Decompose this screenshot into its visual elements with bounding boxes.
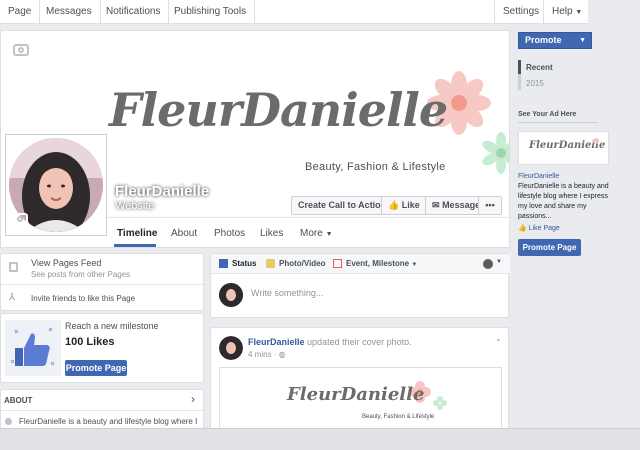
tab-more[interactable]: More ▼ [300,228,333,239]
post-time[interactable]: 4 mins · ◍ [248,350,286,359]
invite-icon: ⅄ [9,292,16,303]
help-menu[interactable]: Help ▼ [543,0,586,24]
milestone-illustration [5,320,61,376]
ad-section-header: See Your Ad Here [518,111,577,118]
milestone-count: 100 Likes [65,336,115,348]
info-icon [5,418,12,425]
year-track [518,74,521,90]
tab-more-label: More [300,228,323,239]
post-action: updated their cover photo. [307,337,412,347]
profile-picture[interactable] [5,134,107,236]
avatar-photo [219,283,243,307]
view-pages-feed-sub: See posts from other Pages [31,270,131,279]
message-icon: ✉ [432,200,440,210]
page-category: Website [115,200,155,212]
year-2015-link[interactable]: 2015 [526,79,544,88]
caret-down-icon: ▼ [325,231,333,238]
ad-like-label: Like Page [528,225,560,232]
composer-tab-event-label: Event, Milestone [346,259,410,268]
avatar [219,283,243,307]
tab-photos[interactable]: Photos [214,228,245,239]
tab-timeline[interactable]: Timeline [117,228,157,239]
post-author[interactable]: FleurDanielle [248,337,305,347]
chevron-down-icon[interactable]: ⌄ [495,334,502,343]
cover-brand-text: FleurDanielle [109,83,448,137]
camera-icon[interactable] [13,44,29,56]
ad-promote-page-button[interactable]: Promote Page [518,239,581,256]
divider [1,284,205,285]
milestone-card: Reach a new milestone 100 Likes Promote … [0,313,204,383]
like-button-label: Like [401,200,420,210]
create-call-to-action-button[interactable]: Create Call to Action [291,196,394,215]
post-timestamp: 4 mins [248,350,272,359]
ad-preview-image[interactable]: FleurDanielle [518,131,609,165]
help-label: Help [552,6,573,17]
photo-icon [266,259,275,268]
tab-page[interactable]: Page [0,0,41,24]
year-indicator [518,60,521,74]
about-text: FleurDanielle is a beauty and lifestyle … [19,417,198,426]
promote-dropdown-button[interactable]: Promote ▼ [518,32,592,49]
active-tab-indicator [114,244,156,247]
about-card: ABOUT › FleurDanielle is a beauty and li… [0,389,205,429]
composer-tab-photo-video[interactable]: Photo/Video [279,259,326,268]
composer-card: Status Photo/Video Event, Milestone ▼ ▼ … [210,253,510,318]
thumbs-up-icon: 👍 [518,225,527,232]
milestone-title: Reach a new milestone [65,321,159,331]
cover-update-post: FleurDanielle updated their cover photo.… [210,327,509,431]
audience-selector[interactable] [483,259,493,269]
pages-feed-card: View Pages Feed See posts from other Pag… [0,253,205,311]
promote-label: Promote [525,35,562,45]
calendar-icon [333,259,342,268]
caret-down-icon: ▼ [411,262,418,268]
message-button-label: Message [442,200,481,210]
preview-tagline: Beauty, Fashion & Lifestyle [362,414,435,420]
more-options-button[interactable]: ••• [478,196,502,215]
thumbs-up-icon: 👍 [388,200,400,210]
ad-page-name[interactable]: FleurDanielle [518,173,559,180]
bottom-bar [0,428,640,450]
promote-page-button[interactable]: Promote Page [65,360,127,376]
flower-decoration-icon [593,138,599,144]
composer-tab-status[interactable]: Status [232,259,256,268]
divider [518,122,598,123]
year-recent-link[interactable]: Recent [526,63,553,72]
ad-description: FleurDanielle is a beauty and lifestyle … [518,183,609,220]
settings-link[interactable]: Settings [494,0,547,24]
divider [1,410,205,411]
pencil-icon [219,259,228,268]
globe-icon: · ◍ [273,350,286,359]
preview-brand-text: FleurDanielle [287,384,425,405]
cover-tagline: Beauty, Fashion & Lifestyle [305,161,446,173]
camera-icon[interactable] [12,213,28,225]
cover-photo-preview[interactable]: FleurDanielle Beauty, Fashion & Lifestyl… [219,367,502,431]
tab-publishing-tools[interactable]: Publishing Tools [166,0,256,24]
view-pages-feed-link[interactable]: View Pages Feed [31,258,101,268]
caret-down-icon: ▼ [579,37,586,44]
ad-like-page-link[interactable]: 👍 Like Page [518,224,560,232]
admin-top-bar: Page Messages Notifications Publishing T… [0,0,588,24]
invite-friends-link[interactable]: Invite friends to like this Page [31,294,135,303]
feed-icon [9,262,18,272]
avatar [219,336,243,360]
caret-down-icon: ▼ [575,9,583,16]
tab-about[interactable]: About [171,228,197,239]
thumbs-up-icon [10,327,55,366]
chevron-right-icon[interactable]: › [191,392,195,406]
status-input[interactable]: Write something... [251,288,323,298]
like-button[interactable]: 👍 Like [381,196,427,215]
post-header: FleurDanielle updated their cover photo. [248,337,412,347]
composer-tab-event[interactable]: Event, Milestone ▼ [346,259,417,268]
about-header: ABOUT [4,396,33,405]
tab-messages[interactable]: Messages [38,0,101,24]
avatar-photo [219,336,243,360]
tab-likes[interactable]: Likes [260,228,283,239]
caret-down-icon: ▼ [496,259,502,265]
tab-notifications[interactable]: Notifications [98,0,170,24]
page-title: FleurDanielle [115,183,210,200]
